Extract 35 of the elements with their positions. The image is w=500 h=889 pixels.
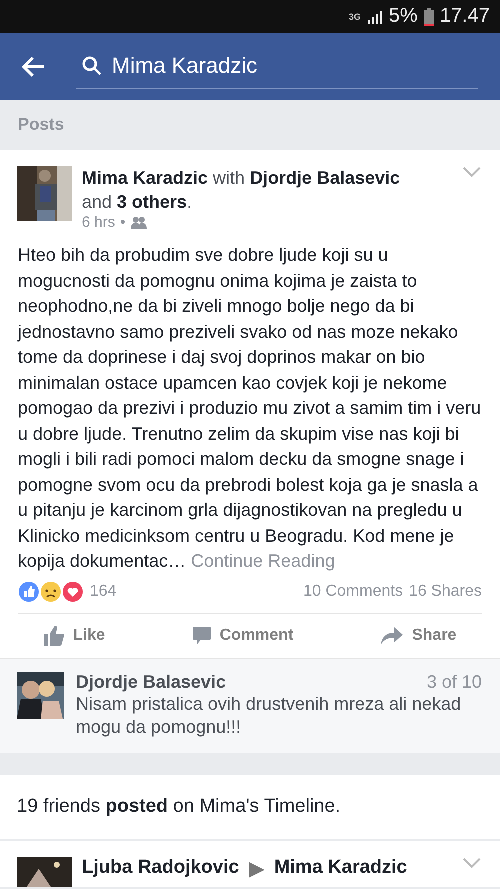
clock: 17.47 [440,5,490,28]
section-heading: Posts [17,114,66,136]
like-button[interactable]: Like [37,624,112,648]
battery-percent: 5% [389,5,418,28]
post-text: Hteo bih da probudim sve dobre ljude koji su u mogucnosti da pomognu onima kojima je zaista to neophodno,ne da bi ziveli mnogo bolje nego da bi jednostavno samo preziveli svako od nas moze nekako tome da doprinese i daj svoj doprinos makar on bio minimalan ostace upamcen kao covjek koji je nekome pomogao da prezivi i produzio mu zivot a samim tim i veru u dobre ljude. Trenutno zelim da skupim vise nas koji bi mogli i bili radi pomoci malom decku da smogne snage i pomogne svom ocu da prebrodi bolest koja ga je snasla a u pitanju je karcinom grla dijagnostikovan na pregledu u Klinicko medicinksom centru u Beogradu. Kod mene je kopija dokumentac… Continue Reading [16,244,482,573]
sad-reaction-icon [40,580,62,602]
commenter-name[interactable]: Djordje Balasevic [76,672,226,692]
arrow-icon: ▶ [249,856,264,880]
comment-button[interactable]: Comment [186,624,300,646]
chevron-down-icon[interactable] [462,166,482,178]
post-header-text: Mima Karadzic with Djordje Balasevic and 3 others. [82,167,402,214]
thumbs-up-icon [43,624,66,646]
target-name[interactable]: Mima Karadzic [274,856,452,878]
friends-posted-text: 19 friends posted on Mima's Timeline. [0,774,500,840]
comment-count[interactable]: 10 Comments [303,582,404,600]
author-name[interactable]: Ljuba Radojkovic [82,856,240,878]
comment-position: 3 of 10 [426,672,482,692]
separator-dot: • [120,214,126,231]
signal-icon [367,10,384,24]
comment-text: Nisam pristalica ovih drustvenih mreza ali nekad mogu da pomognu!!! [76,692,462,738]
chevron-down-icon[interactable] [462,856,482,868]
share-count[interactable]: 16 Shares [409,582,482,600]
back-arrow-icon[interactable] [22,56,46,78]
network-type: 3G [349,12,362,22]
battery-icon [424,8,434,26]
continue-reading-link[interactable]: Continue Reading [191,551,336,571]
search-icon [82,56,102,76]
speech-bubble-icon [192,626,212,646]
share-button[interactable]: Share [374,624,463,646]
reaction-count[interactable]: 164 [90,582,298,600]
friends-icon [130,216,147,228]
share-arrow-icon [380,626,404,646]
post-time: 6 hrs [82,214,116,231]
heart-reaction-icon [62,580,84,602]
like-reaction-icon [18,580,40,602]
